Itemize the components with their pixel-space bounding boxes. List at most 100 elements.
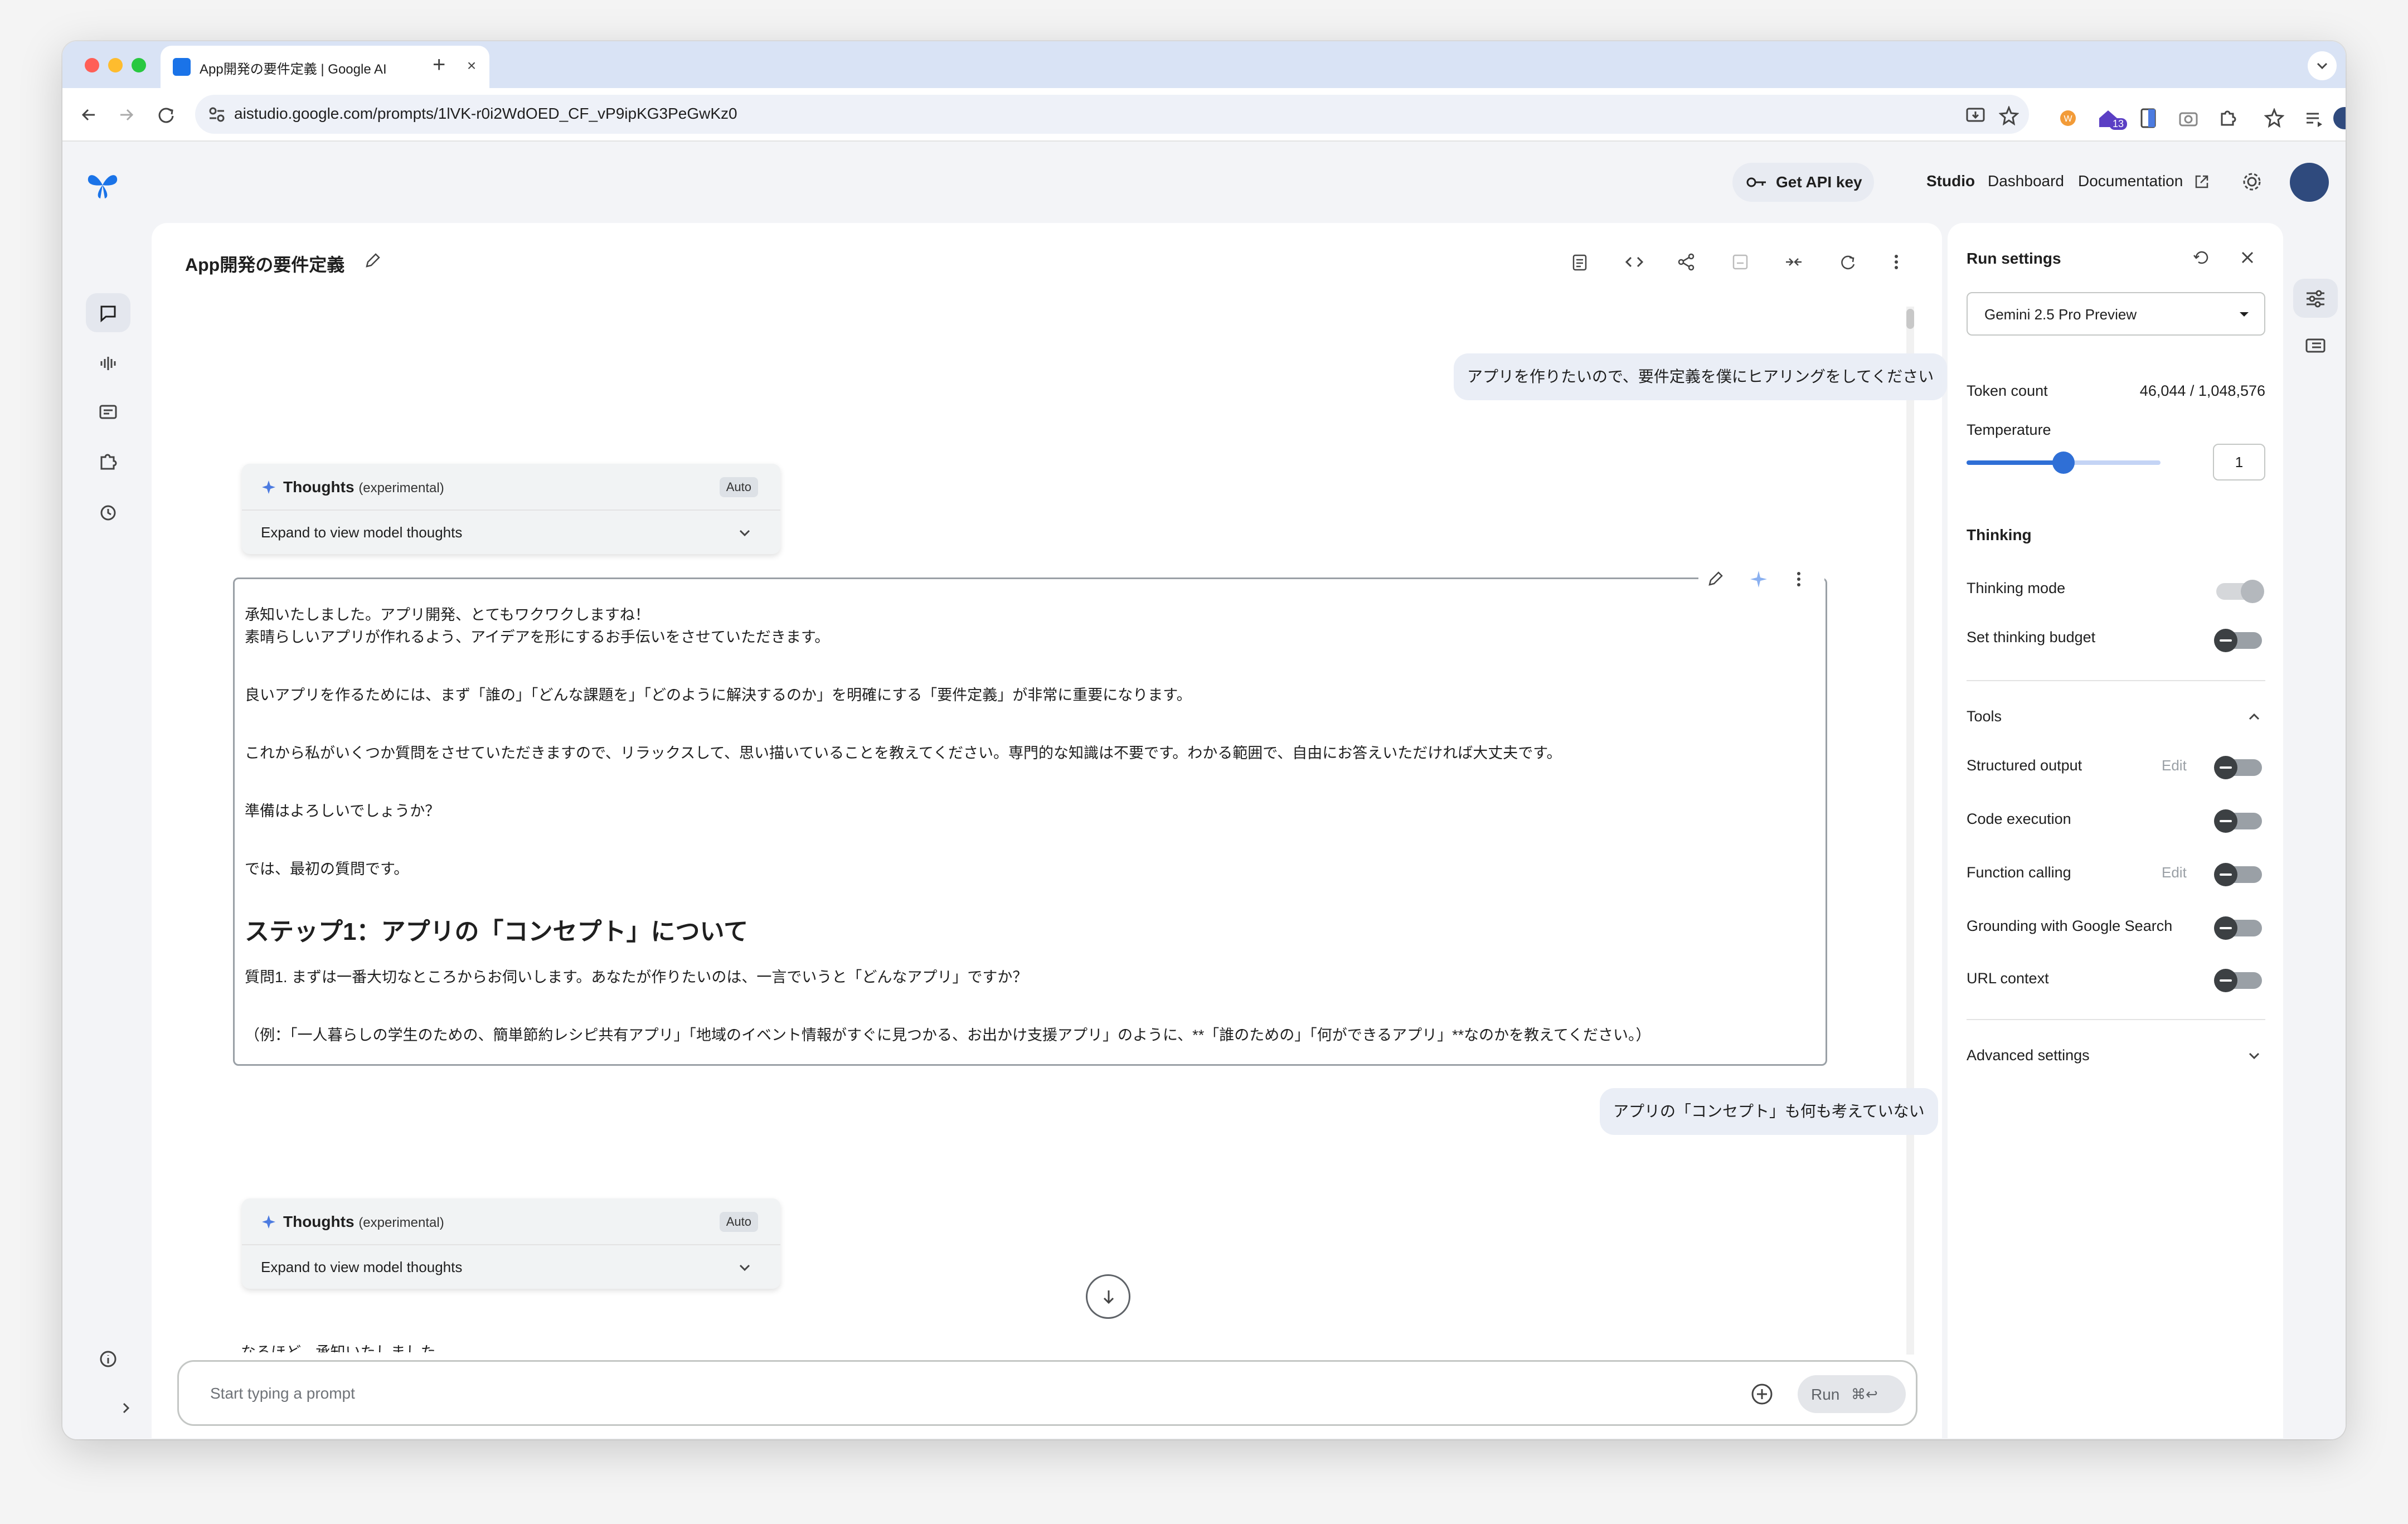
function-calling-edit[interactable]: Edit bbox=[2162, 864, 2187, 881]
extension-badge-button[interactable]: 13 bbox=[2097, 108, 2128, 130]
tab-close-icon[interactable]: × bbox=[462, 56, 482, 76]
temperature-input[interactable]: 1 bbox=[2213, 444, 2265, 481]
nav-dashboard[interactable]: Dashboard bbox=[1988, 172, 2064, 190]
chevron-down-icon[interactable] bbox=[737, 1260, 753, 1275]
model-selector[interactable]: Gemini 2.5 Pro Preview bbox=[1967, 292, 2265, 336]
rail-history-button[interactable] bbox=[86, 493, 130, 532]
extension-doc-icon[interactable] bbox=[2139, 108, 2157, 128]
close-window-button[interactable] bbox=[85, 58, 99, 72]
pencil-icon[interactable] bbox=[1706, 569, 1726, 589]
tab-search-button[interactable] bbox=[2308, 51, 2337, 80]
get-api-key-button[interactable]: Get API key bbox=[1732, 163, 1874, 202]
minimize-window-button[interactable] bbox=[108, 58, 123, 72]
code-execution-toggle[interactable] bbox=[2214, 809, 2262, 833]
response-line: 素晴らしいアプリが作れるよう、アイデアを形にするお手伝いをさせていただきます。 bbox=[245, 629, 830, 645]
profile-avatar[interactable] bbox=[2333, 107, 2346, 129]
grounding-toggle[interactable] bbox=[2214, 916, 2262, 940]
code-icon[interactable] bbox=[1623, 252, 1645, 272]
run-shortcut: ⌘↩ bbox=[1851, 1386, 1878, 1402]
ai-studio-logo-icon[interactable] bbox=[85, 166, 120, 202]
sparkle-icon[interactable] bbox=[1749, 569, 1769, 589]
grounding-label: Grounding with Google Search bbox=[1967, 918, 2173, 934]
maximize-window-button[interactable] bbox=[132, 58, 146, 72]
refresh-icon[interactable] bbox=[1837, 252, 1857, 272]
user-avatar[interactable] bbox=[2290, 163, 2329, 202]
new-tab-icon[interactable]: + bbox=[433, 54, 445, 76]
install-app-icon[interactable] bbox=[1965, 106, 1985, 126]
chat-scrollbar[interactable] bbox=[1906, 307, 1914, 1355]
close-icon[interactable] bbox=[2237, 247, 2258, 268]
prompt-input[interactable] bbox=[210, 1381, 1659, 1406]
temperature-slider-thumb[interactable] bbox=[2052, 452, 2075, 474]
more-vertical-icon[interactable] bbox=[1793, 569, 1804, 589]
chat-scrollbar-thumb[interactable] bbox=[1906, 309, 1914, 329]
bookmark-star-icon[interactable] bbox=[1999, 106, 2019, 126]
more-vertical-icon[interactable] bbox=[1891, 252, 1902, 272]
function-calling-toggle[interactable] bbox=[2214, 863, 2262, 886]
chevron-up-icon[interactable] bbox=[2246, 709, 2262, 725]
thoughts-expand-label[interactable]: Expand to view model thoughts bbox=[261, 524, 462, 541]
scroll-to-bottom-button[interactable] bbox=[1086, 1274, 1130, 1319]
add-media-icon[interactable] bbox=[1750, 1382, 1774, 1406]
thinking-budget-toggle[interactable] bbox=[2214, 629, 2262, 652]
advanced-settings-label[interactable]: Advanced settings bbox=[1967, 1047, 2090, 1064]
thinking-mode-toggle[interactable] bbox=[2216, 580, 2264, 603]
tune-icon bbox=[2307, 290, 2324, 308]
toggle-knob bbox=[2214, 863, 2237, 886]
settings-gear-icon[interactable] bbox=[2241, 171, 2263, 193]
svg-text:W: W bbox=[2064, 114, 2072, 124]
dropdown-arrow-icon bbox=[2240, 312, 2249, 317]
user-message[interactable]: アプリの「コンセプト」も何も考えていない bbox=[1600, 1088, 1938, 1135]
run-button[interactable]: Run ⌘↩ bbox=[1798, 1375, 1906, 1413]
rail-stream-button[interactable] bbox=[86, 343, 130, 382]
back-button[interactable] bbox=[77, 103, 101, 127]
arrow-right-icon bbox=[120, 109, 134, 121]
clipboard-icon[interactable] bbox=[1570, 252, 1590, 272]
media-queue-icon[interactable] bbox=[2304, 108, 2324, 128]
compare-icon[interactable] bbox=[1784, 252, 1804, 272]
nav-documentation[interactable]: Documentation bbox=[2078, 172, 2183, 190]
bookmarks-star-icon[interactable] bbox=[2264, 108, 2284, 128]
url-context-toggle[interactable] bbox=[2214, 969, 2262, 992]
extensions-puzzle-icon[interactable] bbox=[2217, 108, 2237, 128]
reload-button[interactable] bbox=[154, 103, 178, 127]
history-icon bbox=[100, 505, 116, 521]
divider bbox=[1967, 680, 2265, 681]
chevron-down-icon bbox=[2317, 62, 2328, 70]
address-bar[interactable]: aistudio.google.com/prompts/1lVK-r0i2WdO… bbox=[195, 95, 2029, 134]
rail-expand-button[interactable] bbox=[110, 1388, 144, 1427]
nav-studio[interactable]: Studio bbox=[1926, 172, 1975, 190]
model-response[interactable]: 承知いたしました。アプリ開発、とてもワクワクしますね！ 素晴らしいアプリが作れる… bbox=[233, 567, 1827, 1066]
structured-output-edit[interactable]: Edit bbox=[2162, 757, 2187, 774]
pencil-icon[interactable] bbox=[363, 251, 382, 270]
url-text: aistudio.google.com/prompts/1lVK-r0i2WdO… bbox=[234, 105, 737, 122]
forward-button[interactable] bbox=[114, 103, 138, 127]
thoughts-panel[interactable]: Thoughts (experimental) Auto Expand to v… bbox=[242, 1198, 780, 1289]
reset-settings-icon[interactable] bbox=[2192, 247, 2212, 268]
token-count-value: 46,044 / 1,048,576 bbox=[2139, 382, 2265, 399]
arrow-down-icon bbox=[1103, 1290, 1114, 1304]
extension-badge: 13 bbox=[2109, 118, 2128, 130]
user-message[interactable]: アプリを作りたいので、要件定義を僕にヒアリングをしてください bbox=[1454, 353, 1948, 400]
run-settings-toggle-button[interactable] bbox=[2293, 279, 2338, 318]
rail-generate-media-button[interactable] bbox=[86, 392, 130, 431]
toggle-knob bbox=[2214, 629, 2237, 652]
extension-w-icon[interactable]: W bbox=[2058, 108, 2078, 128]
chevron-down-icon[interactable] bbox=[737, 525, 753, 541]
structured-output-toggle[interactable] bbox=[2214, 756, 2262, 779]
share-icon[interactable] bbox=[1677, 252, 1697, 272]
camera-icon[interactable] bbox=[2178, 108, 2198, 128]
toggle-knob bbox=[2241, 580, 2264, 603]
app-panel-button[interactable] bbox=[2293, 326, 2338, 365]
rail-info-button[interactable] bbox=[86, 1339, 130, 1378]
rail-build-button[interactable] bbox=[86, 441, 130, 481]
browser-window: App開発の要件定義 | Google AI × + aistudio.goog… bbox=[62, 41, 2346, 1439]
thoughts-header: Thoughts (experimental) Auto bbox=[242, 464, 780, 511]
chevron-down-icon[interactable] bbox=[2246, 1048, 2262, 1064]
save-drive-icon[interactable] bbox=[1730, 252, 1750, 272]
thoughts-panel[interactable]: Thoughts (experimental) Auto Expand to v… bbox=[242, 464, 780, 554]
response-actions bbox=[1698, 567, 1824, 591]
chat-prompt-icon bbox=[100, 305, 116, 323]
thoughts-expand-label[interactable]: Expand to view model thoughts bbox=[261, 1259, 462, 1276]
rail-chat-button[interactable] bbox=[86, 293, 130, 332]
